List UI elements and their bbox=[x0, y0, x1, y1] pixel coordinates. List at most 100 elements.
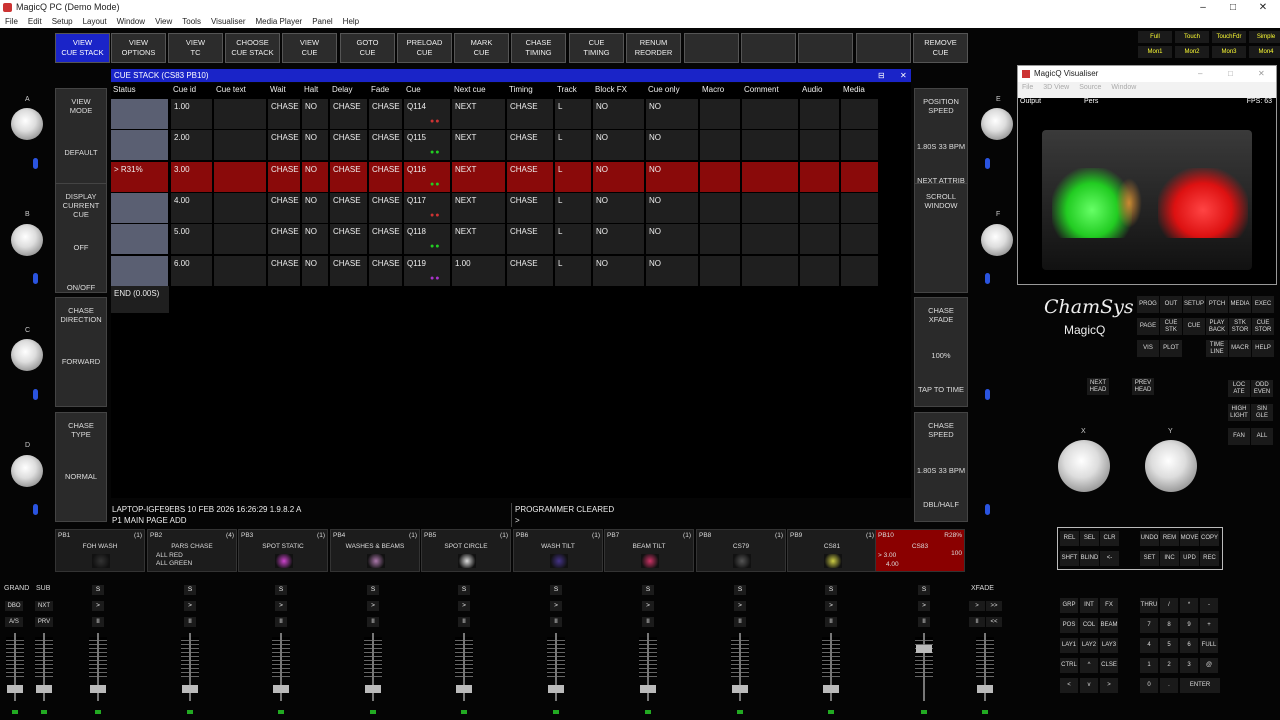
keypad-9[interactable]: 9 bbox=[1180, 618, 1198, 633]
left-softkey-2[interactable]: CHASE DIRECTION FORWARD bbox=[55, 297, 107, 407]
cue-cell-delay[interactable]: CHASE bbox=[330, 130, 368, 161]
cue-cell-comment[interactable] bbox=[742, 192, 799, 223]
playback-pb7[interactable]: PB7 (1) BEAM TILT bbox=[604, 529, 694, 572]
cue-cell-status[interactable]: > R31% bbox=[111, 161, 169, 192]
cue-cell-fade[interactable]: CHASE bbox=[369, 99, 403, 129]
keypad-blank[interactable]: + bbox=[1200, 618, 1218, 633]
cue-cell-status[interactable] bbox=[111, 192, 169, 223]
cue-cell-timing[interactable]: CHASE bbox=[507, 192, 554, 223]
cue-cell-cue-text[interactable] bbox=[214, 161, 267, 192]
column-header-wait[interactable]: Wait bbox=[270, 85, 286, 94]
cue-cell-block-fx[interactable]: NO bbox=[593, 192, 645, 223]
command-prompt[interactable]: > bbox=[515, 516, 520, 525]
cue-cell-media[interactable] bbox=[841, 161, 879, 192]
key-vis[interactable]: VIS bbox=[1137, 340, 1159, 357]
screen-key-full[interactable]: Full bbox=[1138, 31, 1172, 43]
cue-cell-audio[interactable] bbox=[800, 130, 840, 161]
cue-cell-cue-only[interactable]: NO bbox=[646, 161, 699, 192]
fader-3[interactable]: S > II bbox=[181, 585, 199, 715]
cue-cell-delay[interactable]: CHASE bbox=[330, 99, 368, 129]
cue-cell-delay[interactable]: CHASE bbox=[330, 255, 368, 286]
keypad-thru[interactable]: THRU bbox=[1140, 598, 1158, 613]
softkey-view-cue-stack-button[interactable]: VIEW CUE STACK bbox=[55, 33, 110, 63]
xfade-fwd-button[interactable]: >> bbox=[986, 601, 1002, 611]
fader-select-button[interactable]: S bbox=[367, 585, 379, 595]
cue-cell-audio[interactable] bbox=[800, 192, 840, 223]
keypad-blank[interactable]: * bbox=[1180, 598, 1198, 613]
close-button[interactable]: ✕ bbox=[1248, 0, 1278, 15]
pin-icon[interactable]: ⊟ bbox=[878, 69, 885, 82]
end-row[interactable]: END (0.00S) bbox=[111, 286, 169, 313]
cue-cell-timing[interactable]: CHASE bbox=[507, 130, 554, 161]
fader-pause-button[interactable]: II bbox=[734, 617, 746, 627]
as-button[interactable]: A/S bbox=[5, 617, 23, 627]
cue-cell-halt[interactable]: NO bbox=[302, 99, 329, 129]
softkey-blank-button[interactable] bbox=[798, 33, 853, 63]
keypad-col[interactable]: COL bbox=[1080, 618, 1098, 633]
screen-key-touch[interactable]: Touch bbox=[1175, 31, 1209, 43]
fader-6[interactable]: S > II bbox=[455, 585, 473, 715]
left-softkey-3[interactable]: CHASE TYPE NORMAL bbox=[55, 412, 107, 522]
key-all[interactable]: ALL bbox=[1251, 428, 1273, 445]
cue-cell-cue-only[interactable]: NO bbox=[646, 224, 699, 255]
right-softkey-3[interactable]: CHASE SPEED 1.80S 33 BPM DBL/HALF bbox=[914, 412, 968, 522]
menu-setup[interactable]: Setup bbox=[47, 15, 78, 28]
softkey-preload-cue-button[interactable]: PRELOAD CUE bbox=[397, 33, 452, 63]
column-header-audio[interactable]: Audio bbox=[802, 85, 822, 94]
cue-cell-comment[interactable] bbox=[742, 130, 799, 161]
cue-cell-wait[interactable]: CHASE bbox=[268, 224, 301, 255]
cue-cell-fade[interactable]: CHASE bbox=[369, 192, 403, 223]
column-header-comment[interactable]: Comment bbox=[744, 85, 779, 94]
cue-cell-audio[interactable] bbox=[800, 161, 840, 192]
close-icon[interactable]: ✕ bbox=[900, 69, 907, 82]
cue-cell-cue-id[interactable]: 5.00 bbox=[171, 224, 213, 255]
cue-cell-media[interactable] bbox=[841, 99, 879, 129]
fader-go-button[interactable]: > bbox=[367, 601, 379, 611]
key-high-light[interactable]: HIGH LIGHT bbox=[1228, 404, 1250, 421]
y-wheel-knob[interactable] bbox=[1145, 440, 1197, 492]
keypad-lay1[interactable]: LAY1 bbox=[1060, 638, 1078, 653]
fader-select-button[interactable]: S bbox=[918, 585, 930, 595]
vis-menu-3d-view[interactable]: 3D View bbox=[1043, 82, 1069, 94]
key-media[interactable]: MEDIA bbox=[1229, 296, 1251, 313]
fader-5[interactable]: S > II bbox=[364, 585, 382, 715]
cue-cell-cue[interactable]: Q119 bbox=[404, 255, 451, 286]
playback-pb3[interactable]: PB3 (1) SPOT STATIC bbox=[238, 529, 328, 572]
cue-cell-audio[interactable] bbox=[800, 99, 840, 129]
left-softkey-0[interactable]: VIEW MODE DEFAULT bbox=[55, 88, 107, 198]
column-header-track[interactable]: Track bbox=[557, 85, 577, 94]
menu-help[interactable]: Help bbox=[338, 15, 364, 28]
right-softkey-1[interactable]: SCROLL WINDOW bbox=[914, 183, 968, 293]
key-prog[interactable]: PROG bbox=[1137, 296, 1159, 313]
prv-button[interactable]: PRV bbox=[35, 617, 53, 627]
playback-pb8[interactable]: PB8 (1) CS79 bbox=[696, 529, 786, 572]
fader-go-button[interactable]: > bbox=[734, 601, 746, 611]
cue-cell-delay[interactable]: CHASE bbox=[330, 192, 368, 223]
softkey-cue-timing-button[interactable]: CUE TIMING bbox=[569, 33, 624, 63]
column-header-block-fx[interactable]: Block FX bbox=[595, 85, 627, 94]
screen-key-mon3[interactable]: Mon3 bbox=[1212, 46, 1246, 58]
keypad-8[interactable]: 8 bbox=[1160, 618, 1178, 633]
cue-cell-macro[interactable] bbox=[700, 192, 741, 223]
fader-handle[interactable] bbox=[823, 685, 839, 693]
playback-pb4[interactable]: PB4 (1) WASHES & BEAMS bbox=[330, 529, 420, 572]
screen-key-simple[interactable]: Simple bbox=[1249, 31, 1280, 43]
cue-cell-cue[interactable]: Q118 bbox=[404, 224, 451, 255]
next-head-key[interactable]: NEXT HEAD bbox=[1087, 378, 1109, 395]
column-header-status[interactable]: Status bbox=[113, 85, 136, 94]
right-softkey-2[interactable]: CHASE XFADE 100% TAP TO TIME bbox=[914, 297, 968, 407]
left-softkey-1[interactable]: DISPLAY CURRENT CUE OFF ON/OFF bbox=[55, 183, 107, 293]
keypad-6[interactable]: 6 bbox=[1180, 638, 1198, 653]
fader-7[interactable]: S > II bbox=[547, 585, 565, 715]
cue-cell-track[interactable]: L bbox=[555, 224, 592, 255]
cue-cell-fade[interactable]: CHASE bbox=[369, 130, 403, 161]
encoder-c-knob[interactable] bbox=[11, 339, 43, 371]
cue-cell-cue[interactable]: Q114 bbox=[404, 99, 451, 129]
cue-cell-cue-id[interactable]: 2.00 bbox=[171, 130, 213, 161]
xfade-pause-button[interactable]: II bbox=[969, 617, 985, 627]
softkey-choose-cue-stack-button[interactable]: CHOOSE CUE STACK bbox=[225, 33, 280, 63]
keypad-0[interactable]: 0 bbox=[1140, 678, 1158, 693]
playback-pb9[interactable]: PB9 (1) CS81 bbox=[787, 529, 877, 572]
keypad-grp[interactable]: GRP bbox=[1060, 598, 1078, 613]
cue-cell-track[interactable]: L bbox=[555, 130, 592, 161]
